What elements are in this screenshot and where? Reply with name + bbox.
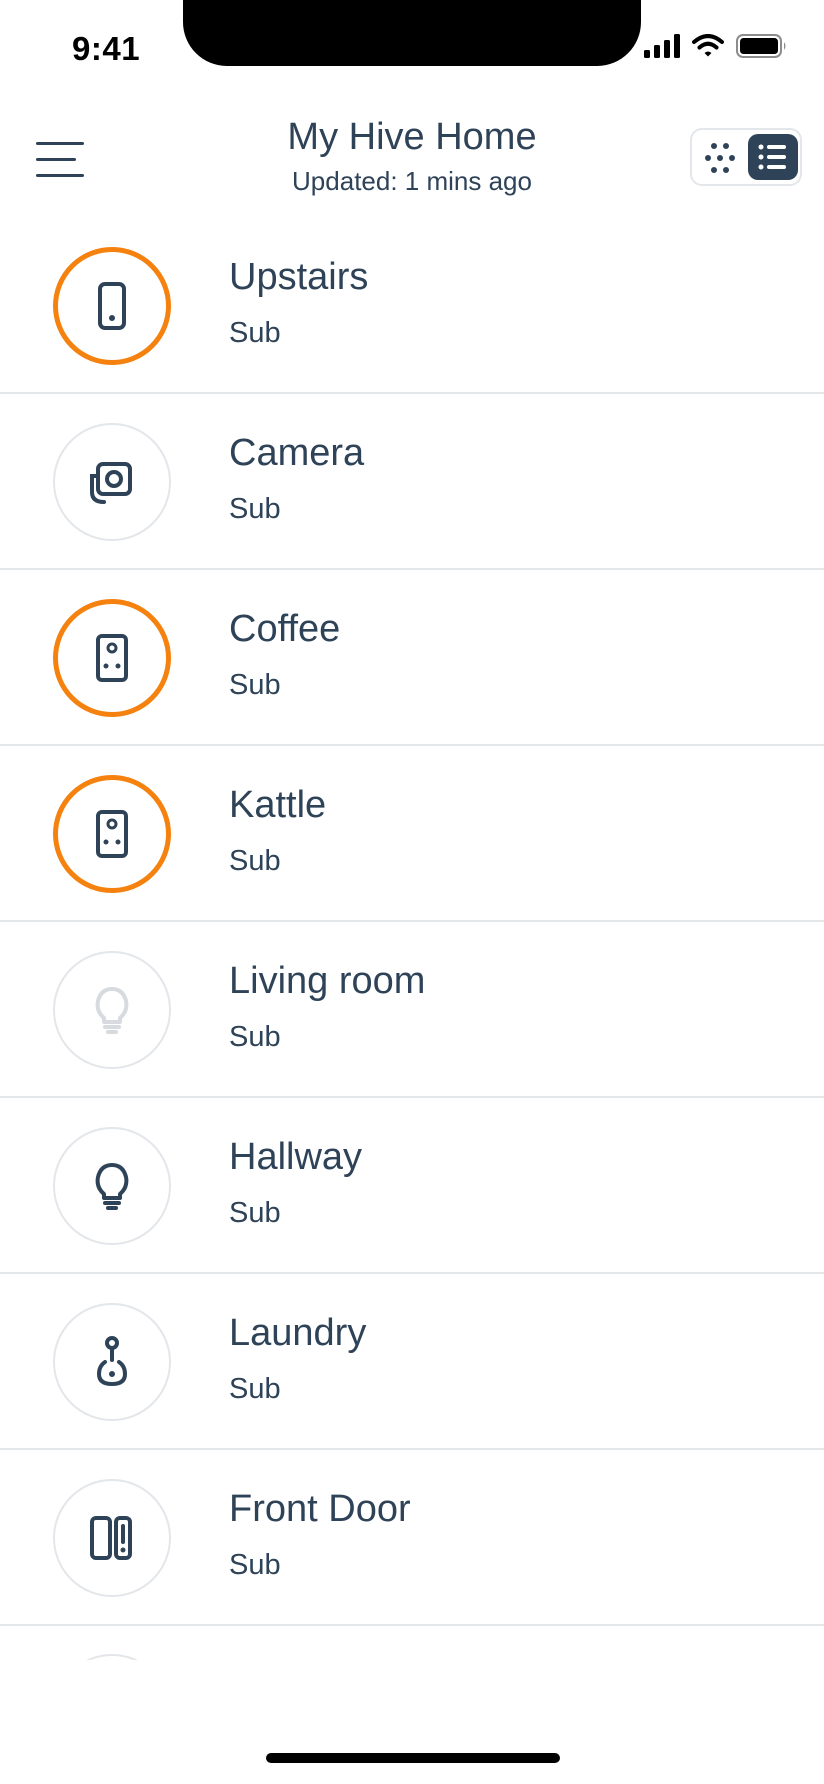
device-name: Living room bbox=[229, 960, 426, 1002]
status-bar: 9:41 bbox=[0, 0, 824, 100]
menu-button[interactable] bbox=[36, 140, 88, 180]
list-icon bbox=[758, 144, 786, 170]
device-sub: Sub bbox=[229, 1373, 281, 1405]
header: My Hive Home Updated: 1 mins ago bbox=[0, 100, 824, 230]
device-icon-camera bbox=[53, 423, 171, 541]
device-name: Coffee bbox=[229, 608, 341, 650]
view-toggle bbox=[690, 128, 802, 186]
device-row-kattle[interactable]: Kattle Sub bbox=[0, 746, 824, 922]
device-name: Kattle bbox=[229, 784, 327, 826]
device-sub: Sub bbox=[229, 1021, 281, 1053]
device-sub: Sub bbox=[229, 845, 281, 877]
device-icon-kattle bbox=[53, 775, 171, 893]
status-time: 9:41 bbox=[72, 30, 141, 67]
device-sub: Sub bbox=[229, 1197, 281, 1229]
device-icon-laundry bbox=[53, 1303, 171, 1421]
device-icon-front-door bbox=[53, 1479, 171, 1597]
device-row-camera[interactable]: Camera Sub bbox=[0, 394, 824, 570]
page-title: My Hive Home bbox=[287, 116, 537, 158]
plug-icon bbox=[96, 634, 128, 682]
device-sub: Sub bbox=[229, 493, 281, 525]
device-name: Upstairs bbox=[229, 256, 369, 298]
wifi-icon bbox=[692, 34, 724, 57]
plug-icon bbox=[96, 810, 128, 858]
battery-icon bbox=[736, 34, 786, 58]
device-name: Front Door bbox=[229, 1488, 411, 1530]
device-sub: Sub bbox=[229, 317, 281, 349]
grid-dots-icon bbox=[705, 143, 735, 173]
device-row-upstairs[interactable]: Upstairs Sub bbox=[0, 218, 824, 394]
bottom-safe-area bbox=[0, 1660, 824, 1784]
app-screen: 9:41 My Hive Home Updated: 1 mins ago Up… bbox=[0, 0, 824, 1784]
grid-view-button[interactable] bbox=[698, 136, 742, 180]
status-icons bbox=[644, 34, 788, 58]
device-row-laundry[interactable]: Laundry Sub bbox=[0, 1274, 824, 1450]
device-sub: Sub bbox=[229, 1549, 281, 1581]
notch bbox=[183, 0, 641, 66]
bulb-icon bbox=[95, 987, 129, 1034]
device-name: Hallway bbox=[229, 1136, 363, 1178]
device-icon-living-room bbox=[53, 951, 171, 1069]
header-titles: My Hive Home Updated: 1 mins ago bbox=[212, 114, 612, 198]
device-row-front-door[interactable]: Front Door Sub bbox=[0, 1450, 824, 1626]
device-list: Upstairs Sub Camera Sub Coffee Sub Kattl… bbox=[0, 218, 824, 1686]
device-row-coffee[interactable]: Coffee Sub bbox=[0, 570, 824, 746]
sensor-icon bbox=[96, 1336, 128, 1387]
list-view-button[interactable] bbox=[748, 134, 798, 180]
device-sub: Sub bbox=[229, 669, 281, 701]
device-icon-coffee bbox=[53, 599, 171, 717]
device-name: Camera bbox=[229, 432, 365, 474]
home-indicator bbox=[266, 1753, 560, 1763]
bulb-icon bbox=[95, 1163, 129, 1210]
device-row-living-room[interactable]: Living room Sub bbox=[0, 922, 824, 1098]
device-row-hallway[interactable]: Hallway Sub bbox=[0, 1098, 824, 1274]
camera-icon bbox=[90, 462, 132, 504]
device-icon-hallway bbox=[53, 1127, 171, 1245]
device-icon-upstairs bbox=[53, 247, 171, 365]
phone-icon bbox=[98, 282, 126, 330]
device-name: Laundry bbox=[229, 1312, 367, 1354]
last-updated-label: Updated: 1 mins ago bbox=[292, 166, 532, 196]
door-sensor-icon bbox=[90, 1516, 132, 1560]
signal-icon bbox=[644, 34, 680, 58]
